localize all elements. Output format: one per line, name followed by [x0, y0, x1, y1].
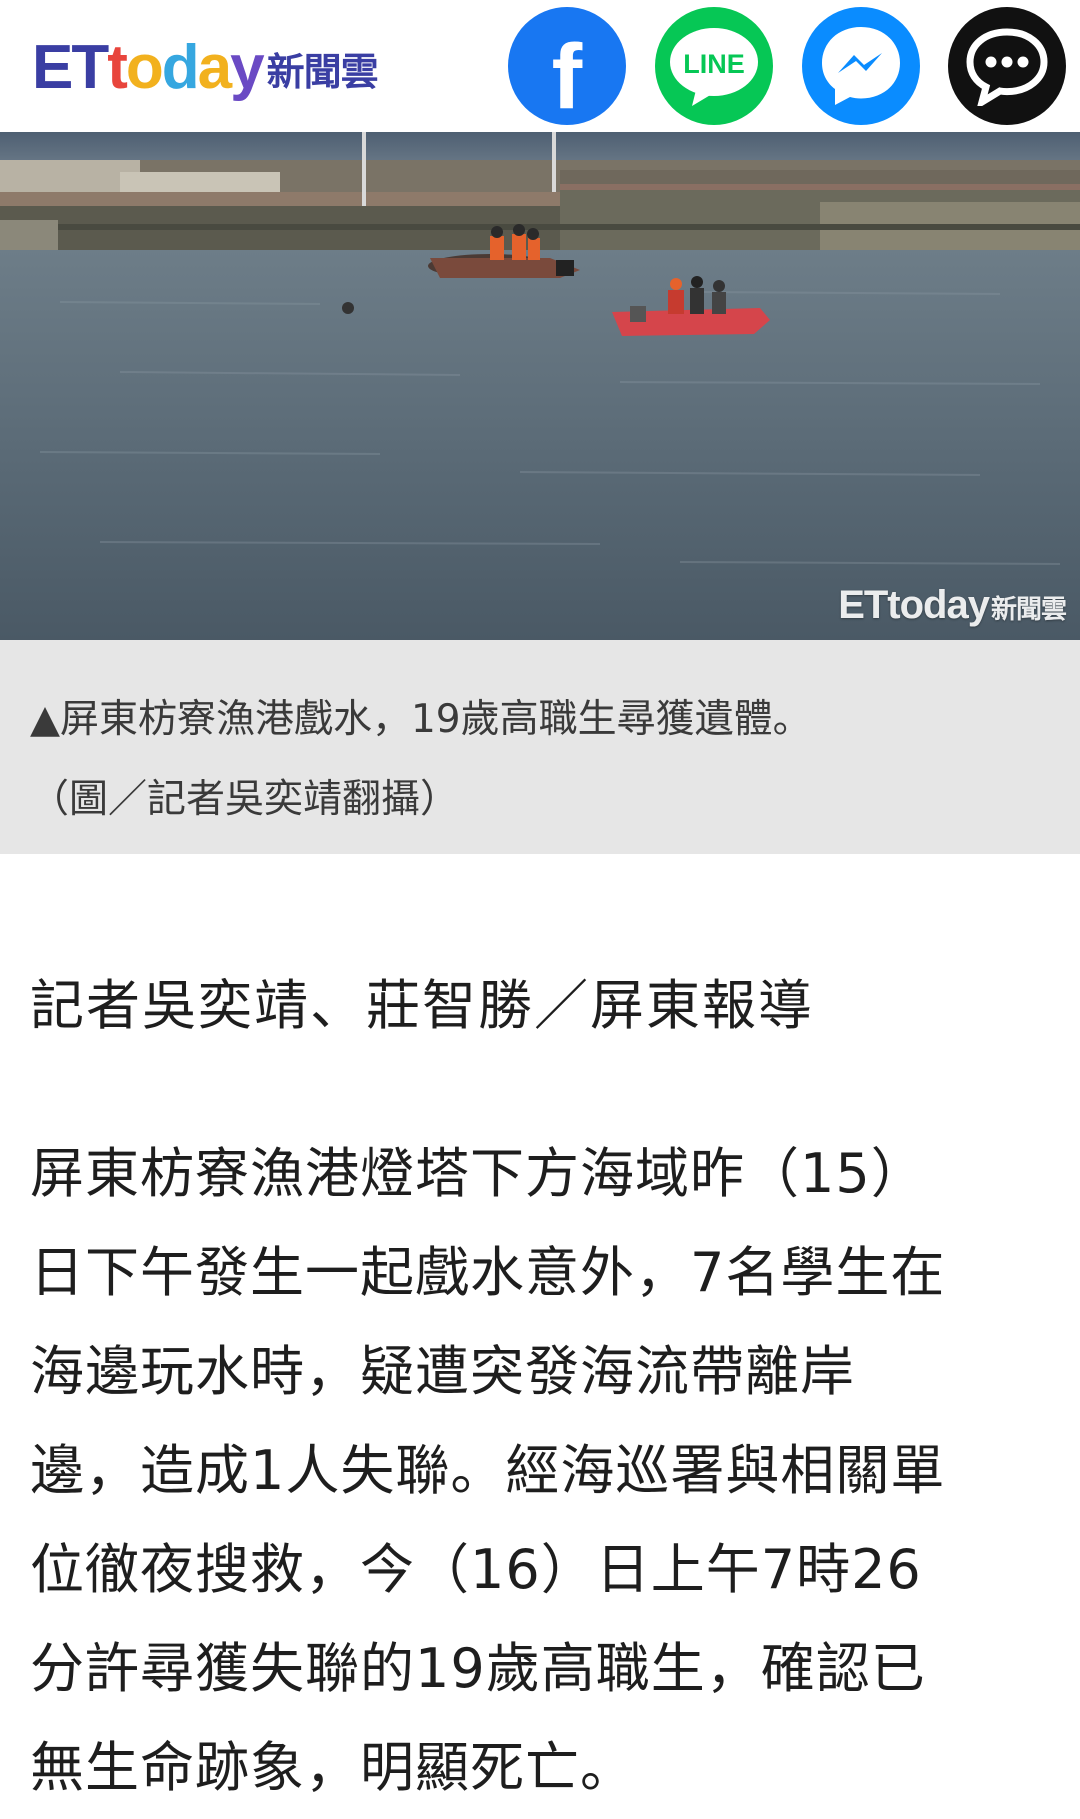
- photo-watermark: ETtoday新聞雲: [838, 583, 1067, 627]
- line-share-button[interactable]: LINE: [655, 7, 773, 125]
- article-page: ETtoday 新聞雲 f LINE ETtoday新聞雲 ▲屏東枋寮漁港戲水，…: [0, 0, 1080, 1819]
- body-line: 位徹夜搜救，今（16）日上午7時26: [30, 1538, 922, 1601]
- ettoday-logo[interactable]: ETtoday 新聞雲: [32, 30, 379, 106]
- facebook-share-button[interactable]: f: [508, 7, 626, 125]
- logo-wordmark: ETtoday: [32, 33, 265, 102]
- news-photo[interactable]: ETtoday新聞雲: [0, 132, 1080, 640]
- article-byline: 記者吳奕靖、莊智勝／屏東報導: [30, 974, 814, 1037]
- caption-line-2: （圖／記者吳奕靖翻攝）: [30, 777, 460, 822]
- article-body: 屏東枋寮漁港燈塔下方海域昨（15） 日下午發生一起戲水意外，7名學生在 海邊玩水…: [30, 1124, 1060, 1817]
- facebook-icon: f: [551, 26, 583, 128]
- svg-text:LINE: LINE: [683, 49, 745, 79]
- body-line: 日下午發生一起戲水意外，7名學生在: [30, 1241, 946, 1304]
- site-header: ETtoday 新聞雲 f LINE: [0, 0, 1080, 134]
- photo-caption: ▲屏東枋寮漁港戲水，19歲高職生尋獲遺體。 （圖／記者吳奕靖翻攝）: [0, 640, 1080, 854]
- body-line: 分許尋獲失聯的19歲高職生，確認已: [30, 1637, 926, 1700]
- body-line: 邊，造成1人失聯。經海巡署與相關單: [30, 1439, 946, 1502]
- more-share-button[interactable]: [948, 7, 1066, 125]
- chat-bubble-icon: [966, 28, 1048, 106]
- body-line: 屏東枋寮漁港燈塔下方海域昨（15）: [30, 1142, 926, 1205]
- messenger-share-button[interactable]: [802, 7, 920, 125]
- messenger-icon: [822, 27, 900, 105]
- body-line: 無生命跡象，明顯死亡。: [30, 1736, 635, 1799]
- logo-subtitle: 新聞雲: [266, 49, 379, 94]
- harbor-rescue-image: [0, 132, 1080, 640]
- body-line: 海邊玩水時，疑遭突發海流帶離岸: [30, 1340, 855, 1403]
- line-icon: LINE: [670, 28, 758, 106]
- caption-line-1: ▲屏東枋寮漁港戲水，19歲高職生尋獲遺體。: [30, 697, 812, 742]
